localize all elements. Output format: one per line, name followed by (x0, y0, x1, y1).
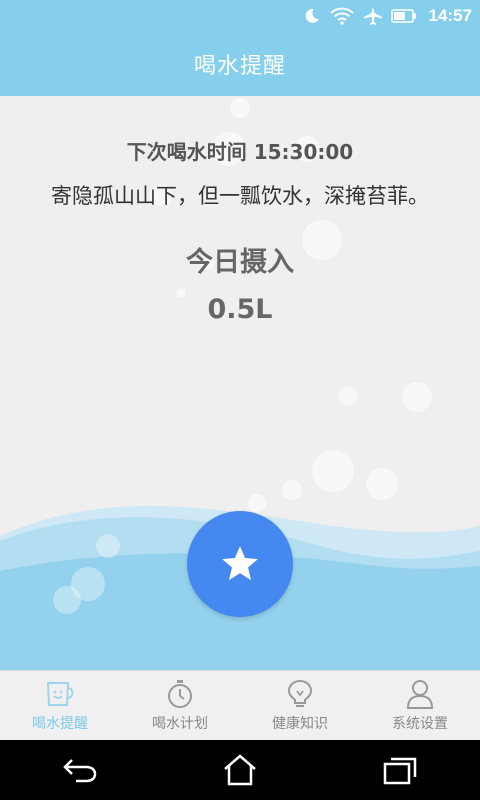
poem-text: 寄隐孤山山下，但一瓢饮水，深掩苔菲。 (51, 184, 429, 208)
tab-label: 健康知识 (272, 716, 328, 732)
bubble (338, 386, 358, 406)
airplane-icon (363, 6, 383, 26)
back-button[interactable] (50, 745, 110, 795)
tab-system-settings[interactable]: 系统设置 (360, 671, 480, 741)
bubble (402, 382, 432, 412)
moon-icon (303, 7, 321, 25)
tab-label: 喝水提醒 (32, 716, 88, 732)
intake-label: 今日摄入 (186, 247, 294, 278)
battery-icon (390, 8, 417, 24)
page-title: 喝水提醒 (193, 54, 286, 79)
person-icon (406, 679, 434, 709)
status-time: 14:57 (428, 6, 472, 25)
main-panel: 下次喝水时间 15:30:00 寄隐孤山山下，但一瓢饮水，深掩苔菲。 今日摄入 … (0, 96, 480, 670)
intake-value: 0.5L (207, 294, 273, 325)
recents-button[interactable] (370, 745, 430, 795)
bubble (312, 450, 354, 492)
star-button[interactable] (187, 511, 293, 617)
next-drink-time: 下次喝水时间 15:30:00 (126, 140, 354, 164)
system-nav-bar (0, 740, 480, 800)
status-bar: 14:57 (0, 0, 480, 32)
tab-label: 系统设置 (392, 716, 448, 732)
recents-icon (383, 757, 417, 785)
lightbulb-icon (287, 679, 313, 709)
stopwatch-icon (166, 679, 194, 709)
tab-drink-plan[interactable]: 喝水计划 (120, 671, 240, 741)
status-icons: 14:57 (303, 4, 472, 28)
home-icon (224, 754, 256, 786)
star-icon (222, 546, 258, 581)
bottom-tab-bar: 喝水提醒 喝水计划 健康知识 系统设置 (0, 670, 480, 741)
back-icon (63, 759, 97, 783)
cup-icon (44, 679, 76, 709)
home-button[interactable] (210, 745, 270, 795)
tab-health-knowledge[interactable]: 健康知识 (240, 671, 360, 741)
wifi-icon (329, 6, 355, 26)
tab-label: 喝水计划 (152, 716, 208, 732)
app-bar: 喝水提醒 (0, 32, 480, 96)
tab-drink-reminder[interactable]: 喝水提醒 (0, 671, 120, 741)
bubble (230, 98, 250, 118)
